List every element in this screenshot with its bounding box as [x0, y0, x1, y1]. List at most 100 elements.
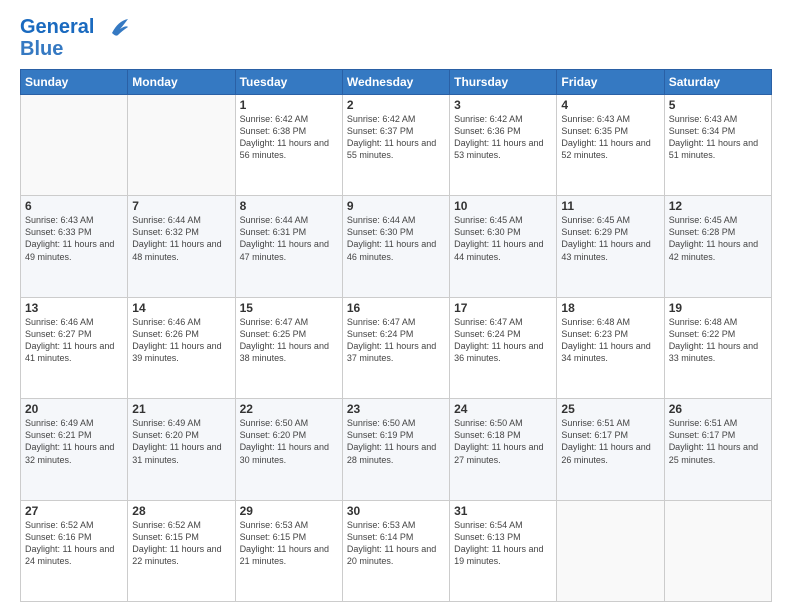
weekday-header: Thursday: [450, 69, 557, 94]
calendar-day-cell: 14Sunrise: 6:46 AM Sunset: 6:26 PM Dayli…: [128, 297, 235, 398]
calendar-week-row: 27Sunrise: 6:52 AM Sunset: 6:16 PM Dayli…: [21, 500, 772, 601]
weekday-header: Wednesday: [342, 69, 449, 94]
day-number: 31: [454, 504, 552, 518]
calendar-week-row: 6Sunrise: 6:43 AM Sunset: 6:33 PM Daylig…: [21, 196, 772, 297]
day-number: 10: [454, 199, 552, 213]
calendar-day-cell: 13Sunrise: 6:46 AM Sunset: 6:27 PM Dayli…: [21, 297, 128, 398]
day-number: 19: [669, 301, 767, 315]
day-number: 15: [240, 301, 338, 315]
day-number: 23: [347, 402, 445, 416]
calendar-day-cell: 30Sunrise: 6:53 AM Sunset: 6:14 PM Dayli…: [342, 500, 449, 601]
day-number: 11: [561, 199, 659, 213]
day-info: Sunrise: 6:50 AM Sunset: 6:18 PM Dayligh…: [454, 417, 552, 466]
calendar-day-cell: 17Sunrise: 6:47 AM Sunset: 6:24 PM Dayli…: [450, 297, 557, 398]
calendar-day-cell: [664, 500, 771, 601]
calendar-day-cell: 12Sunrise: 6:45 AM Sunset: 6:28 PM Dayli…: [664, 196, 771, 297]
day-number: 6: [25, 199, 123, 213]
day-info: Sunrise: 6:49 AM Sunset: 6:20 PM Dayligh…: [132, 417, 230, 466]
calendar-day-cell: 4Sunrise: 6:43 AM Sunset: 6:35 PM Daylig…: [557, 94, 664, 195]
day-number: 8: [240, 199, 338, 213]
calendar-day-cell: 23Sunrise: 6:50 AM Sunset: 6:19 PM Dayli…: [342, 399, 449, 500]
header: General Blue: [20, 16, 772, 59]
calendar-day-cell: 10Sunrise: 6:45 AM Sunset: 6:30 PM Dayli…: [450, 196, 557, 297]
page: General Blue SundayMondayTuesdayWednesda…: [0, 0, 792, 612]
day-info: Sunrise: 6:46 AM Sunset: 6:26 PM Dayligh…: [132, 316, 230, 365]
day-number: 3: [454, 98, 552, 112]
calendar-day-cell: 19Sunrise: 6:48 AM Sunset: 6:22 PM Dayli…: [664, 297, 771, 398]
day-number: 16: [347, 301, 445, 315]
day-number: 26: [669, 402, 767, 416]
day-number: 2: [347, 98, 445, 112]
calendar-day-cell: 6Sunrise: 6:43 AM Sunset: 6:33 PM Daylig…: [21, 196, 128, 297]
calendar-day-cell: 11Sunrise: 6:45 AM Sunset: 6:29 PM Dayli…: [557, 196, 664, 297]
day-info: Sunrise: 6:47 AM Sunset: 6:24 PM Dayligh…: [347, 316, 445, 365]
day-info: Sunrise: 6:52 AM Sunset: 6:16 PM Dayligh…: [25, 519, 123, 568]
day-number: 17: [454, 301, 552, 315]
calendar-week-row: 1Sunrise: 6:42 AM Sunset: 6:38 PM Daylig…: [21, 94, 772, 195]
calendar-day-cell: 21Sunrise: 6:49 AM Sunset: 6:20 PM Dayli…: [128, 399, 235, 500]
day-info: Sunrise: 6:53 AM Sunset: 6:14 PM Dayligh…: [347, 519, 445, 568]
calendar-day-cell: 8Sunrise: 6:44 AM Sunset: 6:31 PM Daylig…: [235, 196, 342, 297]
day-info: Sunrise: 6:54 AM Sunset: 6:13 PM Dayligh…: [454, 519, 552, 568]
day-info: Sunrise: 6:50 AM Sunset: 6:20 PM Dayligh…: [240, 417, 338, 466]
calendar-day-cell: 9Sunrise: 6:44 AM Sunset: 6:30 PM Daylig…: [342, 196, 449, 297]
day-info: Sunrise: 6:42 AM Sunset: 6:36 PM Dayligh…: [454, 113, 552, 162]
day-number: 29: [240, 504, 338, 518]
calendar-day-cell: 5Sunrise: 6:43 AM Sunset: 6:34 PM Daylig…: [664, 94, 771, 195]
calendar-day-cell: [557, 500, 664, 601]
calendar-day-cell: 16Sunrise: 6:47 AM Sunset: 6:24 PM Dayli…: [342, 297, 449, 398]
day-number: 7: [132, 199, 230, 213]
day-number: 13: [25, 301, 123, 315]
day-number: 25: [561, 402, 659, 416]
day-number: 4: [561, 98, 659, 112]
day-number: 30: [347, 504, 445, 518]
day-info: Sunrise: 6:42 AM Sunset: 6:37 PM Dayligh…: [347, 113, 445, 162]
day-info: Sunrise: 6:43 AM Sunset: 6:33 PM Dayligh…: [25, 214, 123, 263]
day-info: Sunrise: 6:50 AM Sunset: 6:19 PM Dayligh…: [347, 417, 445, 466]
day-number: 21: [132, 402, 230, 416]
calendar-body: 1Sunrise: 6:42 AM Sunset: 6:38 PM Daylig…: [21, 94, 772, 601]
calendar-day-cell: 29Sunrise: 6:53 AM Sunset: 6:15 PM Dayli…: [235, 500, 342, 601]
day-number: 18: [561, 301, 659, 315]
logo-text: General: [20, 16, 128, 39]
weekday-header: Monday: [128, 69, 235, 94]
day-info: Sunrise: 6:44 AM Sunset: 6:32 PM Dayligh…: [132, 214, 230, 263]
calendar-table: SundayMondayTuesdayWednesdayThursdayFrid…: [20, 69, 772, 602]
weekday-header: Saturday: [664, 69, 771, 94]
day-info: Sunrise: 6:52 AM Sunset: 6:15 PM Dayligh…: [132, 519, 230, 568]
day-info: Sunrise: 6:46 AM Sunset: 6:27 PM Dayligh…: [25, 316, 123, 365]
calendar-day-cell: [21, 94, 128, 195]
day-info: Sunrise: 6:47 AM Sunset: 6:24 PM Dayligh…: [454, 316, 552, 365]
day-number: 27: [25, 504, 123, 518]
logo: General Blue: [20, 16, 128, 59]
day-info: Sunrise: 6:43 AM Sunset: 6:34 PM Dayligh…: [669, 113, 767, 162]
calendar-day-cell: 20Sunrise: 6:49 AM Sunset: 6:21 PM Dayli…: [21, 399, 128, 500]
calendar-day-cell: [128, 94, 235, 195]
day-info: Sunrise: 6:45 AM Sunset: 6:28 PM Dayligh…: [669, 214, 767, 263]
calendar-week-row: 13Sunrise: 6:46 AM Sunset: 6:27 PM Dayli…: [21, 297, 772, 398]
day-info: Sunrise: 6:51 AM Sunset: 6:17 PM Dayligh…: [561, 417, 659, 466]
calendar-day-cell: 1Sunrise: 6:42 AM Sunset: 6:38 PM Daylig…: [235, 94, 342, 195]
day-number: 22: [240, 402, 338, 416]
weekday-header: Sunday: [21, 69, 128, 94]
day-info: Sunrise: 6:45 AM Sunset: 6:29 PM Dayligh…: [561, 214, 659, 263]
calendar-day-cell: 31Sunrise: 6:54 AM Sunset: 6:13 PM Dayli…: [450, 500, 557, 601]
day-info: Sunrise: 6:48 AM Sunset: 6:22 PM Dayligh…: [669, 316, 767, 365]
day-number: 28: [132, 504, 230, 518]
day-info: Sunrise: 6:51 AM Sunset: 6:17 PM Dayligh…: [669, 417, 767, 466]
calendar-header-row: SundayMondayTuesdayWednesdayThursdayFrid…: [21, 69, 772, 94]
calendar-day-cell: 18Sunrise: 6:48 AM Sunset: 6:23 PM Dayli…: [557, 297, 664, 398]
weekday-header: Tuesday: [235, 69, 342, 94]
day-info: Sunrise: 6:53 AM Sunset: 6:15 PM Dayligh…: [240, 519, 338, 568]
calendar-day-cell: 27Sunrise: 6:52 AM Sunset: 6:16 PM Dayli…: [21, 500, 128, 601]
day-number: 5: [669, 98, 767, 112]
calendar-day-cell: 3Sunrise: 6:42 AM Sunset: 6:36 PM Daylig…: [450, 94, 557, 195]
day-number: 9: [347, 199, 445, 213]
calendar-day-cell: 15Sunrise: 6:47 AM Sunset: 6:25 PM Dayli…: [235, 297, 342, 398]
logo-blue: Blue: [20, 39, 128, 59]
day-info: Sunrise: 6:44 AM Sunset: 6:31 PM Dayligh…: [240, 214, 338, 263]
day-info: Sunrise: 6:48 AM Sunset: 6:23 PM Dayligh…: [561, 316, 659, 365]
calendar-day-cell: 28Sunrise: 6:52 AM Sunset: 6:15 PM Dayli…: [128, 500, 235, 601]
logo-general: General: [20, 16, 94, 38]
day-info: Sunrise: 6:43 AM Sunset: 6:35 PM Dayligh…: [561, 113, 659, 162]
